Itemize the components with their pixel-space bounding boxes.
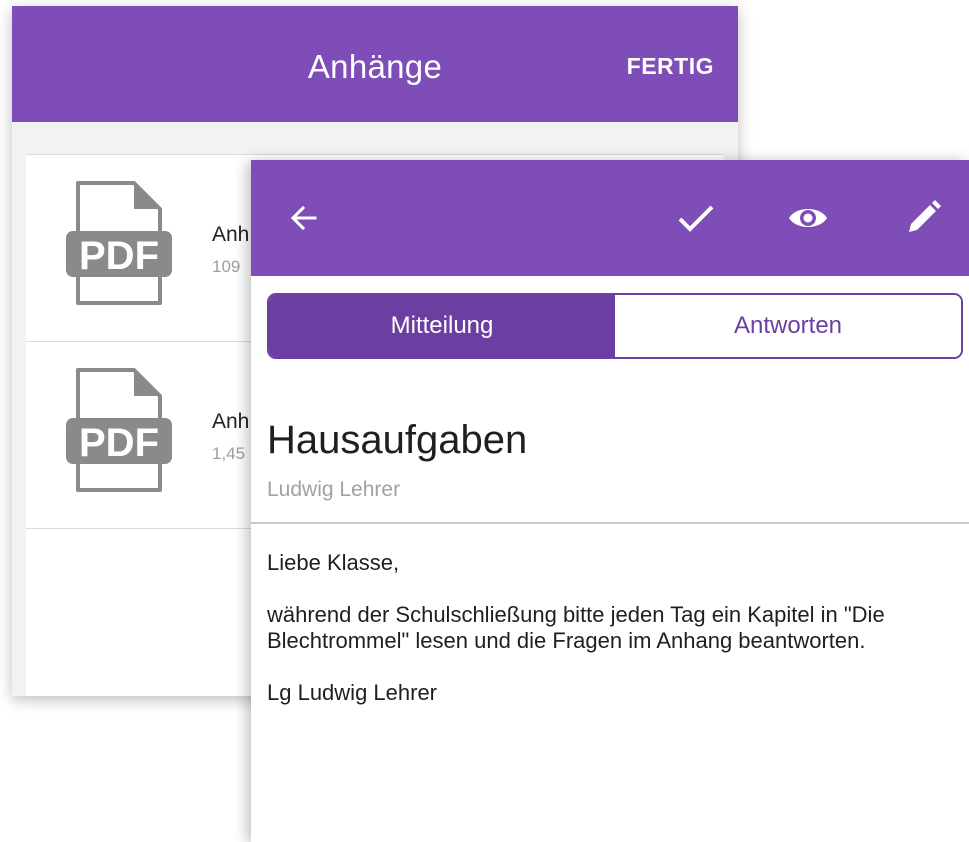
tab-mitteilung[interactable]: Mitteilung	[269, 295, 615, 357]
message-title: Hausaufgaben	[267, 418, 528, 462]
check-icon[interactable]	[676, 198, 716, 238]
message-author: Ludwig Lehrer	[267, 478, 401, 501]
divider	[251, 522, 969, 524]
attachment-name: Anh	[212, 223, 250, 246]
message-toolbar	[251, 160, 969, 276]
pdf-icon-label: PDF	[79, 234, 159, 278]
done-button[interactable]: FERTIG	[627, 53, 714, 80]
message-greeting: Liebe Klasse,	[267, 550, 400, 575]
message-paragraph: während der Schulschließung bitte jeden …	[267, 602, 885, 653]
message-screen: Mitteilung Antworten Hausaufgaben Ludwig…	[251, 160, 969, 842]
pdf-file-icon: PDF	[66, 368, 172, 492]
eye-icon[interactable]	[788, 198, 828, 238]
attachment-name: Anh	[212, 410, 250, 433]
attachments-header: Anhänge FERTIG	[12, 6, 738, 122]
tab-switcher: Mitteilung Antworten	[267, 293, 963, 359]
message-body: Liebe Klasse, während der Schulschließun…	[267, 550, 957, 732]
back-arrow-icon[interactable]	[285, 198, 325, 238]
attachment-size: 1,45	[212, 444, 246, 463]
message-signature: Lg Ludwig Lehrer	[267, 680, 438, 705]
pencil-icon[interactable]	[903, 198, 943, 238]
pdf-file-icon: PDF	[66, 181, 172, 305]
attachment-size: 109	[212, 257, 241, 276]
tab-antworten[interactable]: Antworten	[615, 295, 961, 357]
pdf-icon-label: PDF	[79, 421, 159, 465]
